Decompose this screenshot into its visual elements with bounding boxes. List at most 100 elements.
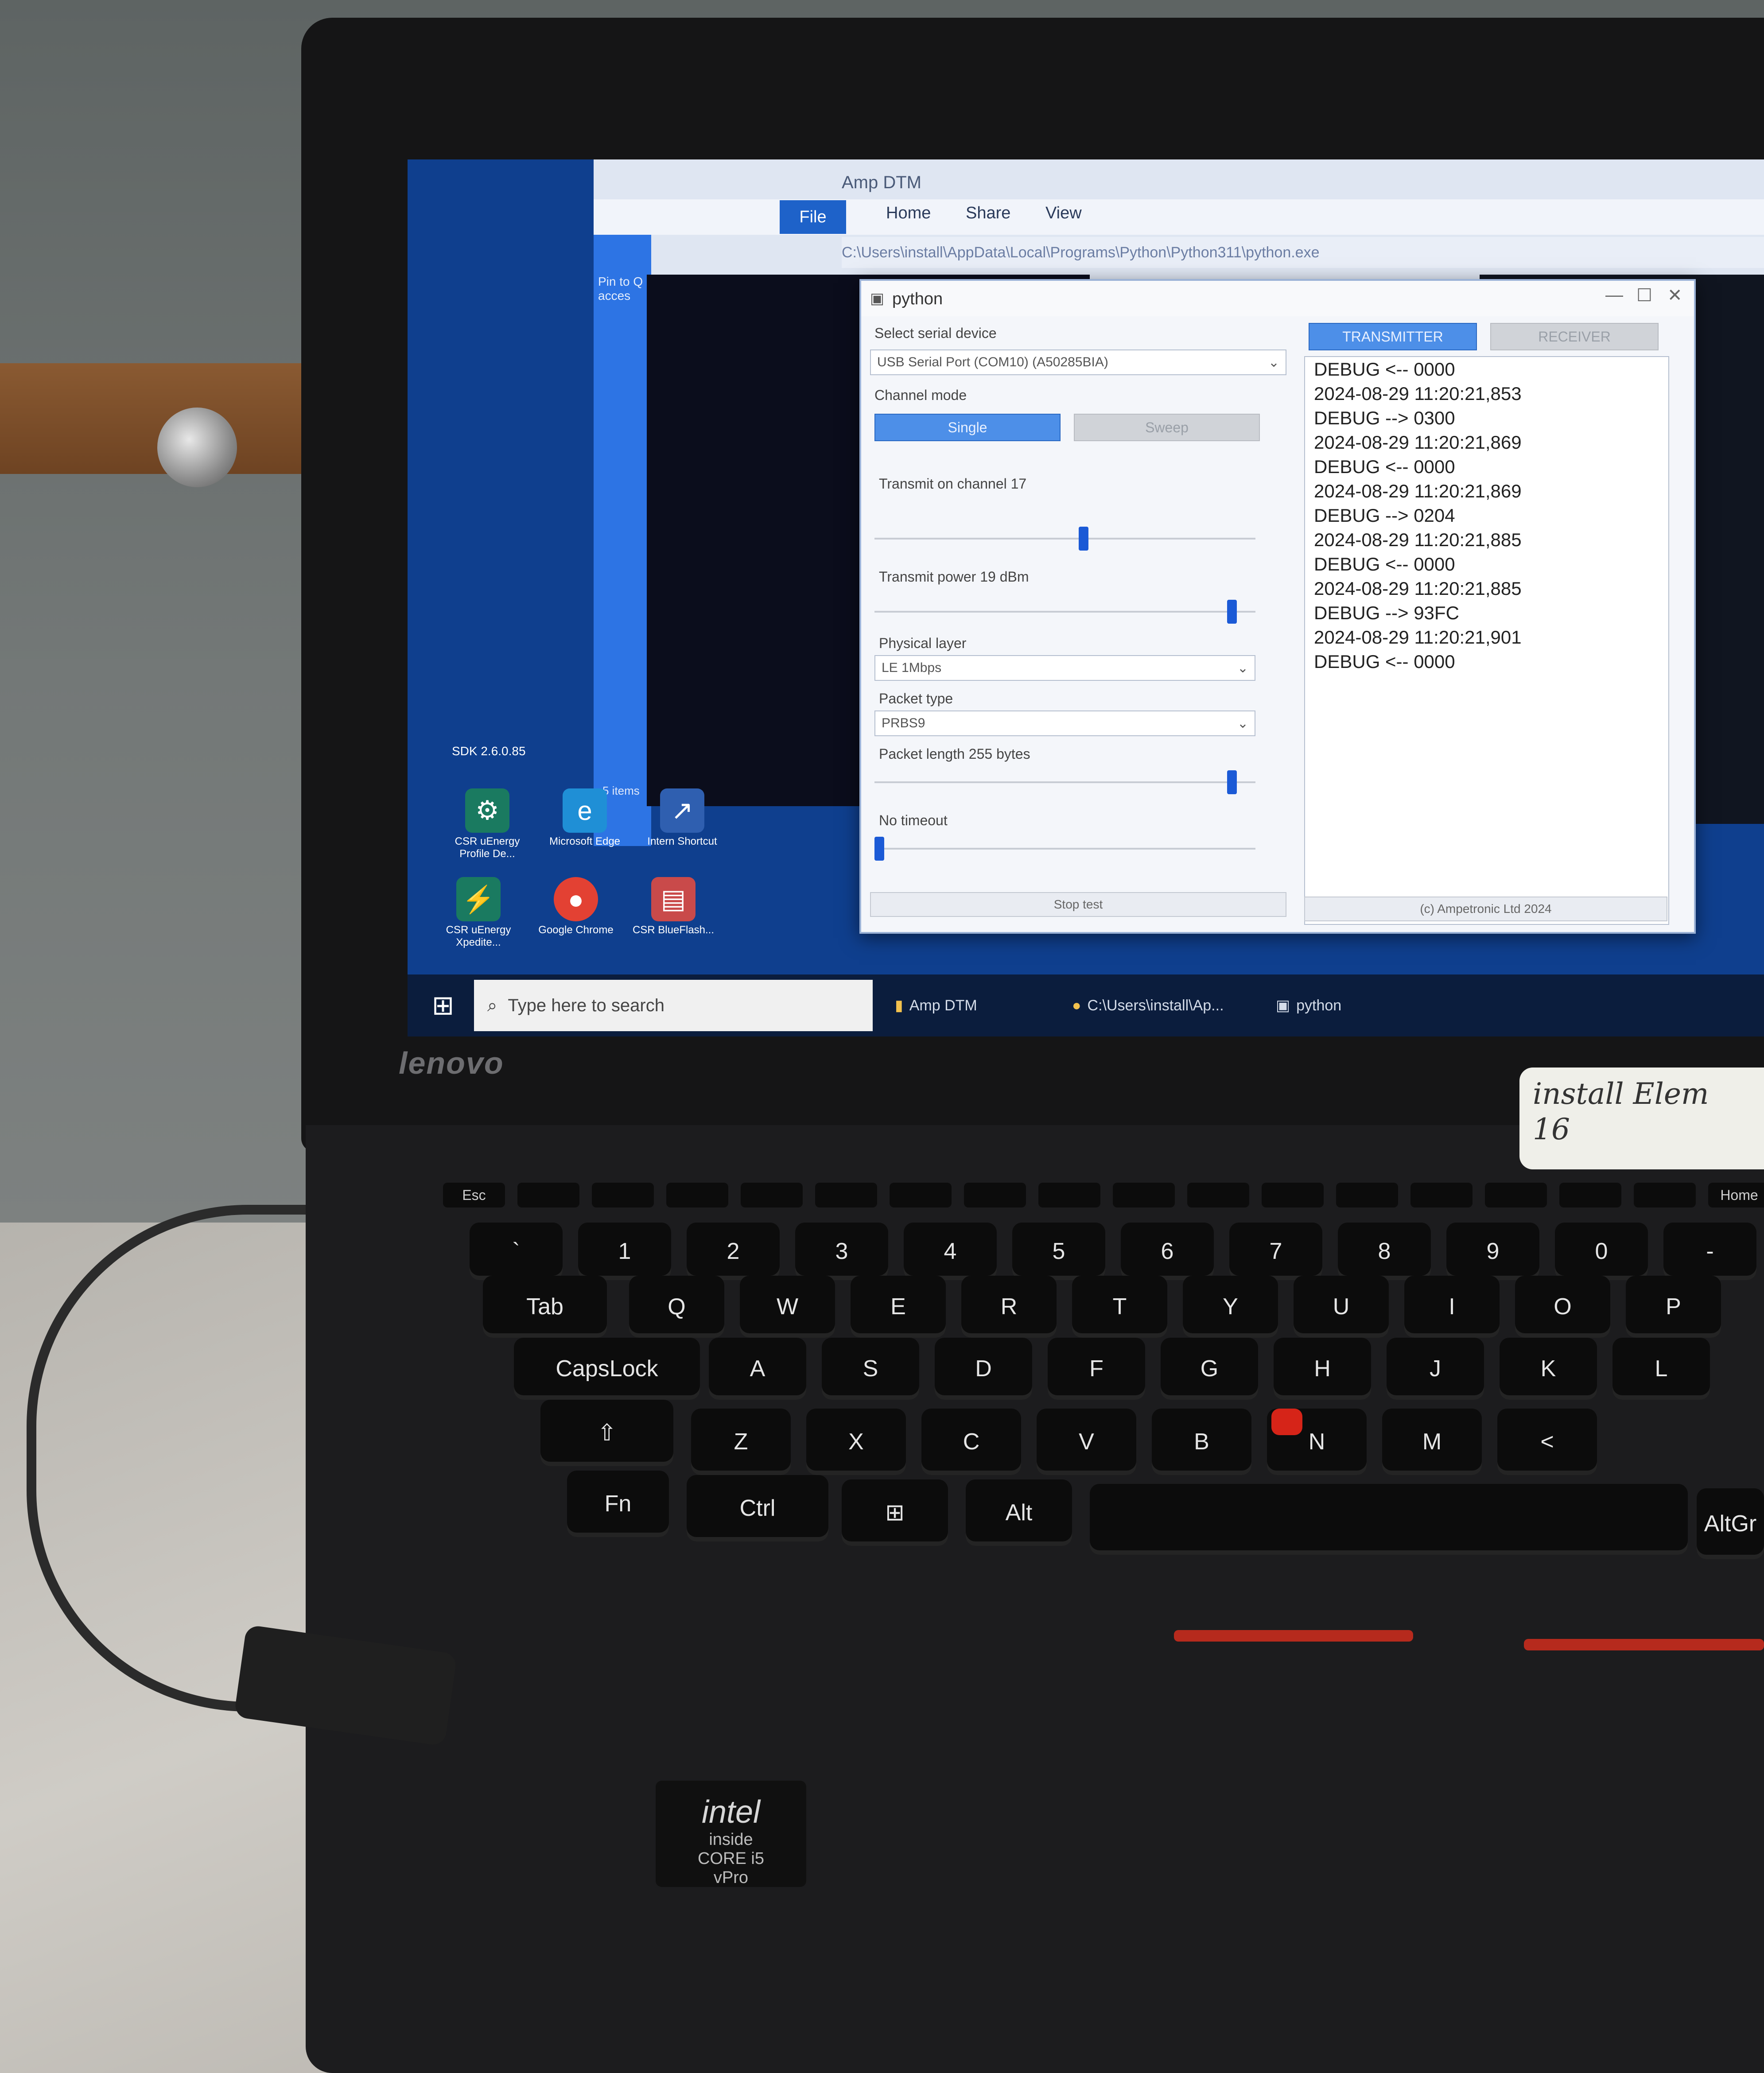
tab-home[interactable]: Home xyxy=(886,204,931,223)
timeout-slider-thumb[interactable] xyxy=(874,837,884,861)
key-letter[interactable]: Q xyxy=(629,1276,724,1338)
key-letter[interactable]: B xyxy=(1152,1409,1251,1475)
key-function[interactable] xyxy=(1262,1183,1324,1207)
desktop-icon-csr-profile[interactable]: ⚙ CSR uEnergy Profile De... xyxy=(443,788,532,860)
key-capslock[interactable]: CapsLock xyxy=(514,1338,700,1400)
key-letter[interactable]: R xyxy=(961,1276,1057,1338)
key-letter[interactable]: K xyxy=(1500,1338,1597,1400)
key-alt[interactable]: Alt xyxy=(966,1479,1072,1546)
key-fn[interactable]: Fn xyxy=(567,1471,669,1537)
desktop-icon-chrome[interactable]: ● Google Chrome xyxy=(532,877,620,936)
device-select[interactable]: USB Serial Port (COM10) (A50285BIA) ⌄ xyxy=(870,349,1286,375)
key-letter[interactable]: X xyxy=(806,1409,906,1475)
task-console-path[interactable]: ● C:\Users\install\Ap... xyxy=(1072,984,1224,1027)
power-slider-track[interactable] xyxy=(874,611,1255,613)
trackpoint[interactable] xyxy=(1271,1409,1302,1435)
maximize-icon[interactable]: ☐ xyxy=(1636,285,1652,306)
key-letter[interactable]: L xyxy=(1612,1338,1710,1400)
stop-test-button[interactable]: Stop test xyxy=(870,892,1286,917)
key-letter[interactable]: Z xyxy=(691,1409,791,1475)
key-letter[interactable]: < xyxy=(1497,1409,1597,1475)
tab-view[interactable]: View xyxy=(1045,204,1082,223)
key-letter[interactable]: U xyxy=(1294,1276,1389,1338)
key-function[interactable] xyxy=(1038,1183,1100,1207)
key-number[interactable]: ` xyxy=(470,1223,563,1280)
tab-file[interactable]: File xyxy=(780,200,846,234)
key-letter[interactable]: T xyxy=(1072,1276,1167,1338)
key-letter[interactable]: V xyxy=(1037,1409,1136,1475)
key-esc[interactable]: Esc xyxy=(443,1183,505,1207)
desktop-icon-blueflash[interactable]: ▤ CSR BlueFlash... xyxy=(629,877,718,936)
key-number[interactable]: 8 xyxy=(1338,1223,1431,1280)
tab-receiver[interactable]: RECEIVER xyxy=(1490,323,1659,350)
key-letter[interactable]: G xyxy=(1161,1338,1258,1400)
key-tab[interactable]: Tab xyxy=(483,1276,607,1338)
tab-share[interactable]: Share xyxy=(966,204,1010,223)
key-number[interactable]: 7 xyxy=(1229,1223,1322,1280)
key-function[interactable] xyxy=(1187,1183,1249,1207)
key-number[interactable]: 2 xyxy=(687,1223,780,1280)
key-function[interactable] xyxy=(666,1183,728,1207)
close-icon[interactable]: ✕ xyxy=(1667,285,1682,306)
mode-sweep-button[interactable]: Sweep xyxy=(1074,414,1260,441)
minimize-icon[interactable]: — xyxy=(1605,285,1623,305)
key-windows[interactable]: ⊞ xyxy=(842,1479,948,1546)
key-function[interactable] xyxy=(592,1183,654,1207)
key-letter[interactable]: W xyxy=(740,1276,835,1338)
key-number[interactable]: 4 xyxy=(904,1223,997,1280)
desktop-icon-xpedite[interactable]: ⚡ CSR uEnergy Xpedite... xyxy=(434,877,523,949)
key-number[interactable]: 6 xyxy=(1121,1223,1214,1280)
key-function[interactable] xyxy=(1113,1183,1175,1207)
key-letter[interactable]: J xyxy=(1387,1338,1484,1400)
key-letter[interactable]: O xyxy=(1515,1276,1610,1338)
desktop-icon-edge[interactable]: e Microsoft Edge xyxy=(540,788,629,848)
channel-slider-track[interactable] xyxy=(874,538,1255,540)
taskbar-search[interactable]: ⌕ Type here to search xyxy=(474,980,873,1031)
key-function[interactable] xyxy=(741,1183,803,1207)
key-function[interactable] xyxy=(964,1183,1026,1207)
key-number[interactable]: 9 xyxy=(1446,1223,1539,1280)
timeout-slider-track[interactable] xyxy=(874,848,1255,850)
key-function[interactable] xyxy=(517,1183,579,1207)
key-letter[interactable]: C xyxy=(921,1409,1021,1475)
python-titlebar[interactable]: ▣ python — ☐ ✕ xyxy=(861,281,1694,316)
key-letter[interactable]: F xyxy=(1048,1338,1145,1400)
key-function[interactable] xyxy=(1559,1183,1621,1207)
key-letter[interactable]: A xyxy=(709,1338,806,1400)
key-function[interactable] xyxy=(890,1183,952,1207)
nav-access-label[interactable]: acces xyxy=(594,289,651,303)
length-slider-track[interactable] xyxy=(874,781,1255,783)
key-ctrl[interactable]: Ctrl xyxy=(687,1475,828,1541)
physical-layer-select[interactable]: LE 1Mbps ⌄ xyxy=(874,655,1255,681)
key-letter[interactable]: H xyxy=(1274,1338,1371,1400)
key-number[interactable]: - xyxy=(1663,1223,1756,1280)
power-slider-thumb[interactable] xyxy=(1227,600,1237,624)
desktop-icon-shortcut[interactable]: ↗ Intern Shortcut xyxy=(638,788,727,848)
left-mouse-button[interactable] xyxy=(1174,1630,1413,1642)
tab-transmitter[interactable]: TRANSMITTER xyxy=(1309,323,1477,350)
key-letter[interactable]: E xyxy=(851,1276,946,1338)
key-letter[interactable]: Y xyxy=(1183,1276,1278,1338)
key-letter[interactable]: I xyxy=(1404,1276,1500,1338)
key-function[interactable] xyxy=(1410,1183,1473,1207)
key-space[interactable] xyxy=(1090,1484,1688,1555)
right-mouse-button[interactable] xyxy=(1524,1639,1764,1650)
debug-log[interactable]: DEBUG <-- 0000 2024-08-29 11:20:21,853 DEB… xyxy=(1304,356,1669,925)
length-slider-thumb[interactable] xyxy=(1227,770,1237,794)
key-number[interactable]: 3 xyxy=(795,1223,888,1280)
key-function[interactable] xyxy=(815,1183,877,1207)
key-altgr[interactable]: AltGr xyxy=(1697,1488,1764,1559)
key-number[interactable]: 1 xyxy=(578,1223,671,1280)
channel-slider-thumb[interactable] xyxy=(1078,527,1088,551)
task-python[interactable]: ▣ python xyxy=(1276,984,1341,1027)
key-number[interactable]: 0 xyxy=(1555,1223,1648,1280)
windows-start-icon[interactable]: ⊞ xyxy=(425,988,461,1023)
mode-single-button[interactable]: Single xyxy=(874,414,1061,441)
key-home[interactable]: Home xyxy=(1708,1183,1764,1207)
key-function[interactable] xyxy=(1336,1183,1398,1207)
task-amp-dtm[interactable]: ▮ Amp DTM xyxy=(895,984,977,1027)
key-function[interactable] xyxy=(1485,1183,1547,1207)
key-function[interactable] xyxy=(1634,1183,1696,1207)
key-letter[interactable]: P xyxy=(1626,1276,1721,1338)
packet-type-select[interactable]: PRBS9 ⌄ xyxy=(874,710,1255,736)
